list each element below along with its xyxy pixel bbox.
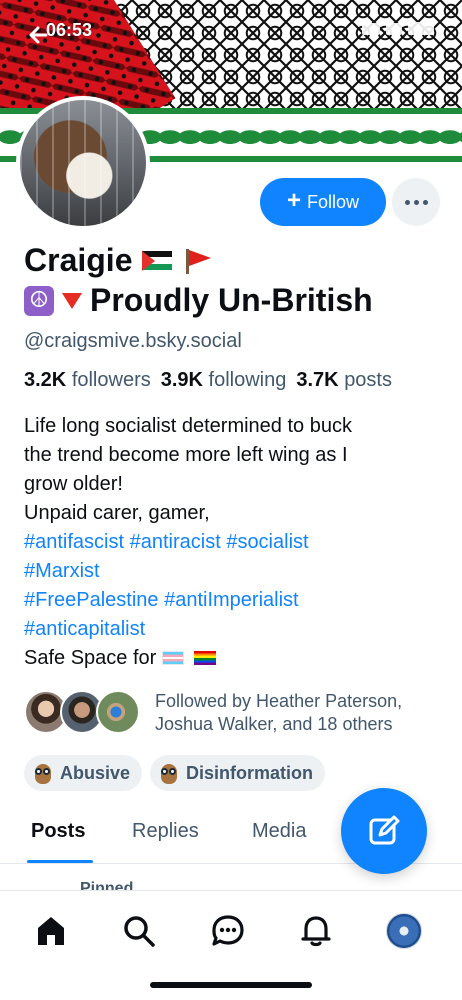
nav-search[interactable]: [119, 911, 159, 951]
label-text: Disinformation: [186, 762, 314, 783]
more-options-button[interactable]: [392, 178, 440, 226]
battery-icon: [408, 22, 434, 35]
owl-icon: [34, 762, 52, 784]
profile-avatar[interactable]: [16, 96, 150, 230]
rainbow-flag-icon: [194, 651, 217, 665]
status-indicators: [362, 22, 434, 35]
nav-notifications[interactable]: [296, 911, 336, 951]
tab-posts[interactable]: Posts: [31, 820, 85, 843]
profile-bio: Life long socialist determined to buck t…: [24, 412, 444, 673]
nav-profile[interactable]: [384, 911, 424, 951]
label-disinformation[interactable]: Disinformation: [150, 755, 326, 791]
bio-line: grow older!: [24, 473, 123, 495]
ellipsis-icon: [404, 199, 410, 205]
signal-icon: [362, 22, 380, 35]
owl-icon: [160, 762, 178, 784]
following-stat[interactable]: 3.9K following: [161, 369, 287, 392]
display-name-row: Craigie: [24, 242, 214, 279]
tab-replies[interactable]: Replies: [132, 820, 199, 843]
palestine-flag-icon: [142, 250, 173, 271]
wifi-icon: [386, 22, 402, 35]
hashtag-link[interactable]: #Marxist: [24, 557, 444, 586]
bio-line: the trend become more left wing as I: [24, 444, 348, 466]
follow-label: Follow: [307, 191, 360, 212]
compose-button[interactable]: [341, 788, 427, 874]
display-name-tagline: Proudly Un-British: [90, 282, 373, 318]
bio-line: Safe Space for: [24, 644, 444, 673]
home-icon: [38, 917, 64, 945]
moderation-labels: Abusive Disinformation: [24, 755, 326, 791]
label-abusive[interactable]: Abusive: [24, 755, 143, 791]
red-triangle-icon: [62, 292, 82, 309]
bell-icon: [301, 916, 331, 947]
profile-stats: 3.2K followers 3.9K following 3.7K posts: [24, 369, 392, 392]
avatar-cage-bars: [20, 100, 146, 226]
status-time: 06:53: [46, 20, 93, 40]
nav-home[interactable]: [31, 911, 71, 951]
transgender-flag-icon: [162, 651, 185, 665]
red-flag-icon: [182, 248, 214, 274]
hashtag-link[interactable]: #FreePalestine #antiImperialist: [24, 586, 444, 615]
follow-button[interactable]: + Follow: [260, 178, 386, 226]
label-text: Abusive: [60, 762, 131, 783]
compose-icon: [369, 815, 400, 845]
hashtag-link[interactable]: #antifascist #antiracist #socialist: [24, 528, 444, 557]
profile-avatar-icon: [386, 913, 422, 949]
bio-line: Life long socialist determined to buck: [24, 415, 352, 437]
display-name-tagline-row: ☮ Proudly Un-British: [24, 282, 373, 319]
nav-chat[interactable]: [208, 911, 248, 951]
plus-icon: +: [286, 187, 301, 214]
tab-media[interactable]: Media: [252, 820, 306, 843]
active-tab-indicator: [27, 860, 93, 863]
chat-icon: [212, 915, 244, 946]
peace-symbol-icon: ☮: [24, 285, 54, 316]
posts-stat: 3.7K posts: [296, 369, 392, 391]
bio-line: Unpaid carer, gamer,: [24, 502, 210, 524]
display-name: Craigie: [24, 242, 133, 278]
hashtag-link[interactable]: #anticapitalist: [24, 615, 444, 644]
known-followers-text[interactable]: Followed by Heather Paterson, Joshua Wal…: [155, 690, 445, 736]
home-indicator: [150, 982, 312, 988]
avatar: [96, 690, 140, 734]
profile-handle: @craigsmive.bsky.social: [24, 330, 242, 352]
search-icon: [124, 916, 155, 947]
known-followers-avatars[interactable]: [24, 690, 144, 736]
followers-stat[interactable]: 3.2K followers: [24, 369, 151, 392]
